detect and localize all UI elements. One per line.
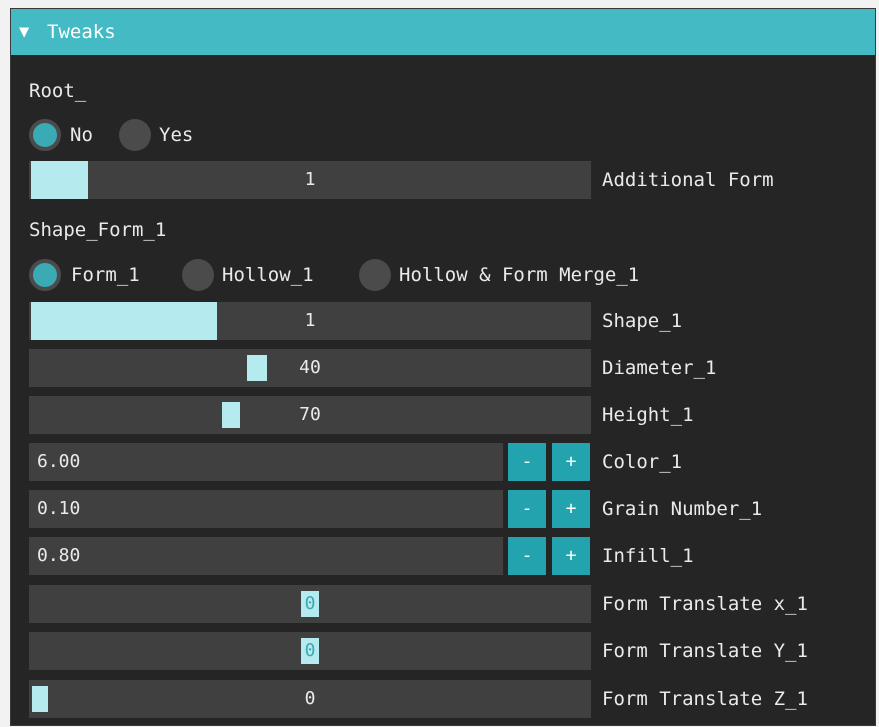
form-translate-z-slider[interactable]: 0: [29, 680, 591, 718]
height-slider[interactable]: 70: [29, 396, 591, 434]
slider-value: 0: [304, 593, 316, 614]
radio-root-no-label: No: [70, 124, 93, 146]
collapse-arrow-icon[interactable]: ▼: [19, 9, 29, 55]
slider-value: 0: [304, 688, 316, 709]
tweaks-header[interactable]: ▼ Tweaks: [11, 9, 875, 55]
tweaks-panel: ▼ Tweaks Root_ No Yes 1 Additional Form …: [10, 8, 876, 726]
slider-value: 1: [304, 310, 316, 331]
diameter-label: Diameter_1: [602, 357, 717, 379]
form-translate-y-slider[interactable]: 0: [29, 632, 591, 670]
color-plus-button[interactable]: +: [552, 443, 590, 481]
shape-form-heading: Shape_Form_1: [29, 219, 167, 241]
shape-label: Shape_1: [602, 310, 683, 332]
grain-number-label: Grain Number_1: [602, 498, 763, 520]
additional-form-label: Additional Form: [602, 169, 774, 191]
radio-root-no[interactable]: [29, 119, 61, 151]
form-translate-x-label: Form Translate x_1: [602, 593, 808, 615]
radio-form[interactable]: [29, 259, 61, 291]
radio-hollow[interactable]: [182, 259, 214, 291]
radio-hollow-label: Hollow_1: [222, 264, 314, 286]
color-minus-button[interactable]: -: [508, 443, 546, 481]
slider-value: 0: [304, 640, 316, 661]
infill-plus-button[interactable]: +: [552, 537, 590, 575]
radio-form-label: Form_1: [71, 264, 140, 286]
root-heading: Root_: [29, 80, 87, 102]
radio-root-yes-label: Yes: [159, 124, 194, 146]
slider-value: 1: [304, 169, 316, 190]
grain-number-plus-button[interactable]: +: [552, 490, 590, 528]
infill-label: Infill_1: [602, 545, 694, 567]
additional-form-slider[interactable]: 1: [29, 161, 591, 199]
infill-minus-button[interactable]: -: [508, 537, 546, 575]
grain-number-input[interactable]: 0.10: [29, 490, 503, 528]
color-label: Color_1: [602, 451, 683, 473]
radio-root-yes[interactable]: [119, 119, 151, 151]
form-translate-y-label: Form Translate Y_1: [602, 640, 808, 662]
form-translate-x-slider[interactable]: 0: [29, 585, 591, 623]
grain-number-minus-button[interactable]: -: [508, 490, 546, 528]
radio-hollow-form-merge[interactable]: [359, 259, 391, 291]
height-label: Height_1: [602, 404, 694, 426]
shape-slider[interactable]: 1: [29, 302, 591, 340]
color-input[interactable]: 6.00: [29, 443, 503, 481]
slider-value: 70: [299, 404, 321, 425]
slider-value: 40: [299, 357, 321, 378]
panel-title: Tweaks: [47, 21, 116, 43]
infill-input[interactable]: 0.80: [29, 537, 503, 575]
form-translate-z-label: Form Translate Z_1: [602, 688, 808, 710]
radio-hollow-form-merge-label: Hollow & Form Merge_1: [399, 264, 640, 286]
diameter-slider[interactable]: 40: [29, 349, 591, 387]
